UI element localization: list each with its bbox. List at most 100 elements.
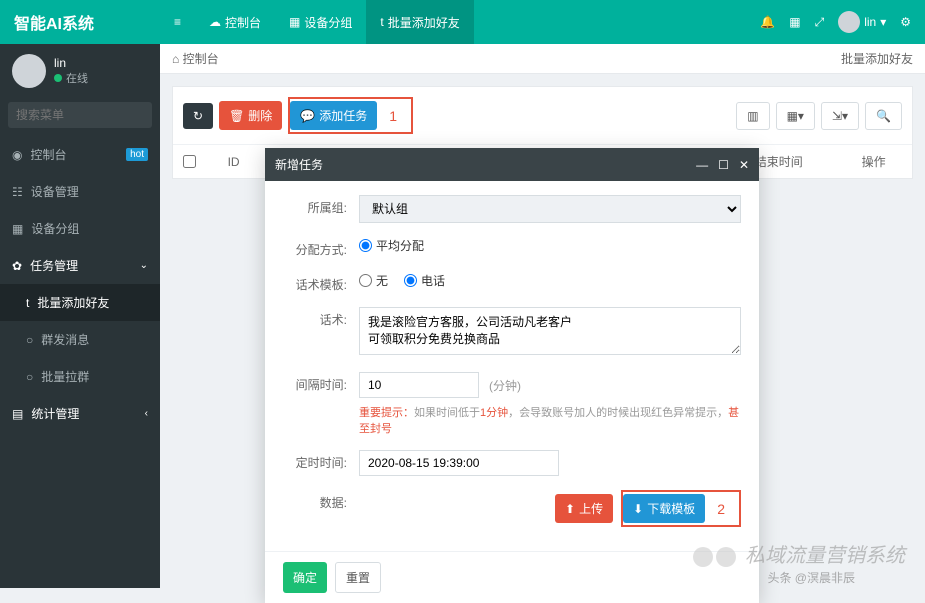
menu-device-mgmt[interactable]: ☷ 设备管理 (0, 173, 160, 210)
grid-view-button[interactable]: ▦▾ (776, 102, 815, 130)
trash-icon: 🗑 (229, 109, 244, 123)
close-icon[interactable]: ✕ (739, 158, 749, 172)
label-interval: 间隔时间: (283, 372, 359, 393)
modal-footer: 确定 重置 (265, 551, 759, 603)
dashboard-icon: ◉ (12, 148, 22, 162)
menu-mass-msg[interactable]: ○ 群发消息 (0, 321, 160, 358)
tumblr-icon: t (26, 296, 29, 310)
profile: lin 在线 (0, 44, 160, 98)
nav-bulk-add[interactable]: t 批量添加好友 (366, 0, 473, 44)
breadcrumb-right: 批量添加好友 (841, 50, 913, 67)
reset-button[interactable]: 重置 (335, 562, 381, 593)
gear-icon: ✿ (12, 259, 22, 273)
label-script: 话术: (283, 307, 359, 328)
brand-title: 智能AI系统 (0, 10, 160, 34)
download-icon: ⬇ (633, 502, 643, 516)
interval-warning: 重要提示：如果时间低于1分钟，会导致账号加人的时候出现红色异常提示，甚至封号 (359, 404, 741, 436)
toolbar: ↻ 🗑删除 💬添加任务 1 ▥ ▦▾ ⇲▾ 🔍 (173, 87, 912, 144)
menu-console[interactable]: ◉ 控制台 hot (0, 136, 160, 173)
topnav: ≡ ☁ 控制台 ▦ 设备分组 t 批量添加好友 (160, 0, 474, 44)
label-datetime: 定时时间: (283, 450, 359, 471)
menu-device-group[interactable]: ▦ 设备分组 (0, 210, 160, 247)
modal-header[interactable]: 新增任务 — ☐ ✕ (265, 148, 759, 181)
circle-icon: ○ (26, 370, 33, 384)
menu-bulk-pull[interactable]: ○ 批量拉群 (0, 358, 160, 395)
datetime-input[interactable] (359, 450, 559, 476)
delete-button[interactable]: 🗑删除 (219, 101, 282, 130)
tmpl-phone-radio[interactable]: 电话 (404, 272, 445, 289)
modal-body: 所属组: 默认组 分配方式: 平均分配 话术模板: 无 电话 话术: 我是滚险官 (265, 181, 759, 551)
callout-1: 1 (377, 108, 409, 124)
select-all-checkbox[interactable] (183, 155, 196, 168)
col-action: 操作 (845, 153, 902, 170)
topright: 🔔 ▦ ⤢ lin ▾ ⚙ (760, 11, 925, 33)
chevron-down-icon: ⌄ (140, 260, 148, 271)
circle-icon: ○ (26, 333, 33, 347)
nav-console[interactable]: ☁ 控制台 (195, 0, 275, 44)
hot-badge: hot (126, 148, 148, 161)
group-select[interactable]: 默认组 (359, 195, 741, 223)
label-data: 数据: (283, 490, 359, 511)
upload-button[interactable]: ⬆上传 (555, 494, 613, 523)
tmpl-none-radio[interactable]: 无 (359, 272, 388, 289)
nav-console-label: 控制台 (225, 14, 261, 31)
interval-input[interactable] (359, 372, 479, 398)
watermark-author: 头条 @溟晨非辰 (767, 569, 855, 586)
expand-icon[interactable]: ⤢ (815, 15, 825, 30)
sliders-icon: ☷ (12, 185, 23, 199)
nav-device-group[interactable]: ▦ 设备分组 (275, 0, 366, 44)
profile-status: 在线 (54, 70, 88, 86)
modal-title: 新增任务 (275, 156, 323, 173)
search-input[interactable] (8, 102, 179, 128)
callout-2: 2 (705, 501, 737, 517)
script-textarea[interactable]: 我是滚险官方客服，公司活动凡老客户 可领取积分免费兑换商品 (359, 307, 741, 355)
alloc-avg-radio[interactable]: 平均分配 (359, 237, 424, 254)
col-id[interactable]: ID (210, 155, 257, 169)
sidebar-menu: ◉ 控制台 hot ☷ 设备管理 ▦ 设备分组 ✿ 任务管理 ⌄ t 批量添加好… (0, 136, 160, 432)
interval-unit: (分钟) (489, 377, 521, 394)
chart-icon: ▤ (12, 407, 23, 421)
columns-button[interactable]: ▥ (736, 102, 769, 130)
label-alloc: 分配方式: (283, 237, 359, 258)
add-task-modal: 新增任务 — ☐ ✕ 所属组: 默认组 分配方式: 平均分配 话术模板: 无 (265, 148, 759, 603)
export-button[interactable]: ⇲▾ (821, 102, 859, 130)
bell-icon[interactable]: 🔔 (760, 15, 775, 29)
upload-icon: ⬆ (565, 502, 575, 516)
grid-icon: ▦ (12, 222, 23, 236)
confirm-button[interactable]: 确定 (283, 562, 327, 593)
grid-icon: ▦ (289, 15, 300, 29)
grid-icon[interactable]: ▦ (789, 15, 800, 29)
user-name: lin (864, 15, 876, 29)
avatar-icon (12, 54, 46, 88)
avatar-icon (838, 11, 860, 33)
maximize-icon[interactable]: ☐ (718, 158, 729, 172)
minimize-icon[interactable]: — (696, 158, 708, 172)
home-icon[interactable]: ⌂ (172, 52, 179, 66)
sidebar-search[interactable]: 🔍 (8, 102, 152, 128)
profile-name: lin (54, 56, 88, 70)
menu-bulk-add[interactable]: t 批量添加好友 (0, 284, 160, 321)
toggle-menu-icon[interactable]: ≡ (160, 0, 195, 44)
add-task-button[interactable]: 💬添加任务 (290, 101, 377, 130)
chevron-left-icon: ‹ (145, 408, 148, 419)
nav-device-group-label: 设备分组 (304, 14, 352, 31)
label-template: 话术模板: (283, 272, 359, 293)
menu-stats[interactable]: ▤ 统计管理 ‹ (0, 395, 160, 432)
menu-task-mgmt[interactable]: ✿ 任务管理 ⌄ (0, 247, 160, 284)
topbar: 智能AI系统 ≡ ☁ 控制台 ▦ 设备分组 t 批量添加好友 🔔 ▦ ⤢ lin… (0, 0, 925, 44)
search-button[interactable]: 🔍 (865, 102, 902, 130)
download-template-button[interactable]: ⬇下载模板 (623, 494, 705, 523)
refresh-icon: ↻ (193, 109, 203, 123)
cloud-icon: ☁ (209, 15, 221, 29)
breadcrumb: ⌂ 控制台 批量添加好友 (160, 44, 925, 74)
chevron-down-icon: ▾ (880, 15, 886, 29)
nav-bulk-add-label: 批量添加好友 (388, 14, 460, 31)
label-group: 所属组: (283, 195, 359, 216)
tumblr-icon: t (380, 15, 383, 29)
refresh-button[interactable]: ↻ (183, 103, 213, 129)
user-menu[interactable]: lin ▾ (838, 11, 886, 33)
sidebar: lin 在线 🔍 ◉ 控制台 hot ☷ 设备管理 ▦ 设备分组 ✿ 任务管理 … (0, 44, 160, 588)
chat-icon: 💬 (300, 109, 315, 123)
breadcrumb-left[interactable]: 控制台 (183, 50, 219, 67)
share-icon[interactable]: ⚙ (900, 15, 911, 29)
